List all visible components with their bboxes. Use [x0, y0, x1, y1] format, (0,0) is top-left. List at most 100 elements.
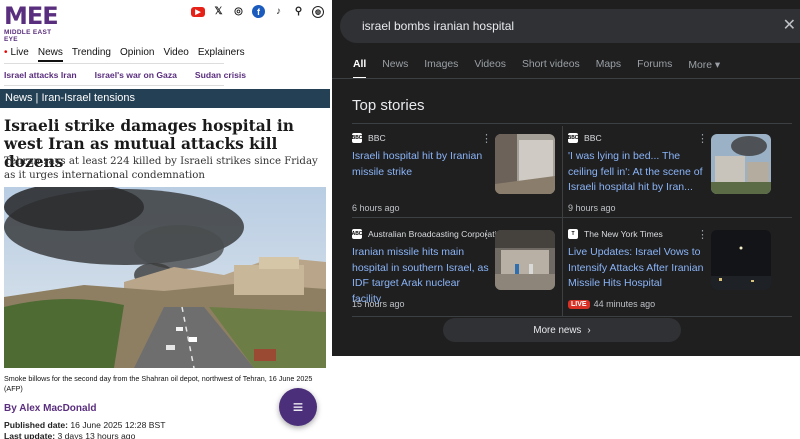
menu-icon: ≡ — [292, 396, 304, 417]
source-name: BBC — [368, 133, 386, 143]
bbc-logo-icon: BBC — [351, 133, 363, 143]
story-title[interactable]: 'I was lying in bed... The ceiling fell … — [568, 149, 706, 196]
more-news-button[interactable]: More news › — [443, 318, 681, 342]
tab-short-videos[interactable]: Short videos — [522, 59, 580, 79]
story-time: LIVE 44 minutes ago — [568, 299, 655, 309]
story-time-text: 44 minutes ago — [593, 299, 656, 309]
tab-news[interactable]: News — [382, 59, 408, 79]
topic-links: Israel attacks Iran Israel's war on Gaza… — [4, 70, 246, 80]
updated-label: Last update: — [4, 431, 56, 439]
tab-more[interactable]: More ▾ — [688, 59, 720, 79]
mee-logo-mark: MEE — [4, 2, 59, 30]
search-icon[interactable]: ⚲ — [292, 5, 305, 18]
source-name: The New York Times — [584, 229, 663, 239]
thumbnail-image — [711, 134, 771, 194]
tab-videos[interactable]: Videos — [474, 59, 506, 79]
story-source: BBC BBC — [568, 133, 602, 143]
social-icons: ▶ 𝕏 ◎ f ♪ ⚲ ◍ — [191, 5, 324, 18]
tab-forums[interactable]: Forums — [637, 59, 672, 79]
topic-link[interactable]: Israel attacks Iran — [4, 70, 77, 80]
nyt-logo-icon: T — [568, 229, 578, 239]
story-time-text: 6 hours ago — [352, 203, 400, 213]
youtube-icon[interactable]: ▶ — [191, 6, 205, 17]
published-value: 16 June 2025 12:28 BST — [70, 420, 166, 430]
top-stories-heading: Top stories — [352, 97, 425, 114]
story-title[interactable]: Israeli hospital hit by Iranian missile … — [352, 149, 490, 180]
search-tabs: All News Images Videos Short videos Maps… — [353, 59, 720, 79]
topics-divider — [4, 85, 224, 86]
author-link[interactable]: Alex MacDonald — [19, 403, 96, 414]
story-title[interactable]: Live Updates: Israel Vows to Intensify A… — [568, 245, 706, 292]
thumbnail-image — [495, 230, 555, 290]
story-thumbnail[interactable] — [495, 230, 555, 290]
blank-area — [332, 356, 800, 439]
story-card[interactable]: T The New York Times ⋮ Live Updates: Isr… — [568, 222, 774, 316]
more-options-icon[interactable]: ⋮ — [481, 132, 492, 145]
topic-link[interactable]: Israel's war on Gaza — [95, 70, 177, 80]
nav-opinion[interactable]: Opinion — [120, 47, 154, 62]
published-label: Published date: — [4, 420, 68, 430]
cards-row-divider — [352, 217, 792, 218]
search-bar[interactable]: israel bombs iranian hospital ✕ — [340, 9, 800, 43]
last-update: Last update: 3 days 13 hours ago — [4, 431, 135, 439]
story-source: BBC BBC — [352, 133, 386, 143]
mee-logo[interactable]: MEE MIDDLE EAST EYE — [4, 2, 62, 43]
topic-link[interactable]: Sudan crisis — [195, 70, 246, 80]
article-photo — [4, 187, 326, 368]
thumbnail-image — [495, 134, 555, 194]
story-card[interactable]: ABC Australian Broadcasting Corporation … — [352, 222, 558, 316]
clear-search-icon[interactable]: ✕ — [783, 15, 796, 35]
photo-caption: Smoke billows for the second day from th… — [4, 374, 313, 393]
more-options-icon[interactable]: ⋮ — [481, 228, 492, 241]
story-time-text: 15 hours ago — [352, 299, 405, 309]
menu-fab-button[interactable]: ≡ — [279, 388, 317, 426]
byline-prefix: By — [4, 403, 17, 414]
nav-live[interactable]: Live — [4, 47, 29, 62]
story-time: 15 hours ago — [352, 299, 405, 309]
nav-divider — [4, 63, 224, 64]
tiktok-icon[interactable]: ♪ — [272, 5, 285, 18]
thumbnail-image — [711, 230, 771, 290]
tab-images[interactable]: Images — [424, 59, 458, 79]
language-icon[interactable]: ◍ — [312, 5, 324, 18]
smoke-photo-illustration — [4, 187, 326, 368]
chevron-right-icon: › — [587, 324, 591, 336]
tabs-divider — [332, 78, 800, 79]
tab-all[interactable]: All — [353, 59, 367, 79]
abc-logo-icon: ABC — [351, 229, 363, 239]
more-options-icon[interactable]: ⋮ — [697, 228, 708, 241]
bbc-logo-icon: BBC — [567, 133, 579, 143]
mee-article-pane: MEE MIDDLE EAST EYE ▶ 𝕏 ◎ f ♪ ⚲ ◍ Live N… — [0, 0, 332, 439]
cards-column-divider — [562, 126, 563, 316]
source-name: BBC — [584, 133, 602, 143]
nav-explainers[interactable]: Explainers — [198, 47, 245, 62]
story-thumbnail[interactable] — [711, 230, 771, 290]
story-card[interactable]: BBC BBC ⋮ 'I was lying in bed... The cei… — [568, 126, 774, 220]
top-stories-divider — [352, 123, 792, 124]
search-query[interactable]: israel bombs iranian hospital — [362, 19, 514, 33]
story-time: 6 hours ago — [352, 203, 400, 213]
x-icon[interactable]: 𝕏 — [212, 5, 225, 18]
facebook-icon[interactable]: f — [252, 5, 265, 18]
published-date: Published date: 16 June 2025 12:28 BST — [4, 420, 165, 430]
nav-trending[interactable]: Trending — [72, 47, 111, 62]
more-news-label: More news — [533, 324, 582, 336]
nav-news[interactable]: News — [37, 47, 63, 62]
story-thumbnail[interactable] — [495, 134, 555, 194]
author-byline: By Alex MacDonald — [4, 403, 96, 414]
story-source: T The New York Times — [568, 229, 663, 239]
article-subhead: Tehran says at least 224 killed by Israe… — [4, 156, 318, 181]
live-badge: LIVE — [568, 299, 590, 309]
main-nav: Live News Trending Opinion Video Explain… — [4, 47, 245, 62]
nav-video[interactable]: Video — [163, 47, 188, 62]
story-card[interactable]: BBC BBC ⋮ Israeli hospital hit by Irania… — [352, 126, 558, 220]
section-band[interactable]: News | Iran-Israel tensions — [0, 89, 330, 108]
more-options-icon[interactable]: ⋮ — [697, 132, 708, 145]
mee-logo-text: MIDDLE EAST EYE — [4, 29, 52, 43]
tab-maps[interactable]: Maps — [596, 59, 621, 79]
story-thumbnail[interactable] — [711, 134, 771, 194]
cards-bottom-divider — [352, 316, 792, 317]
instagram-icon[interactable]: ◎ — [232, 5, 245, 18]
google-results-pane: israel bombs iranian hospital ✕ All News… — [332, 0, 800, 356]
updated-value: 3 days 13 hours ago — [57, 431, 136, 439]
